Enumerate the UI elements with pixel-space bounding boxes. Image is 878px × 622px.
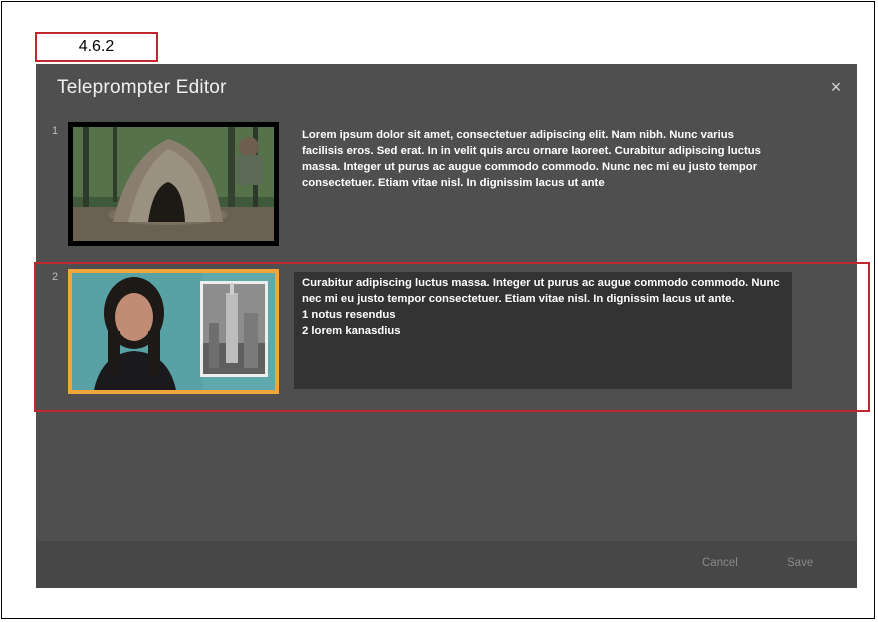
hut-forest-image bbox=[73, 127, 274, 241]
dialog-title: Teleprompter Editor bbox=[57, 77, 227, 98]
version-label: 4.6.2 bbox=[35, 32, 158, 62]
dialog-footer: Cancel Save bbox=[36, 541, 857, 588]
save-button[interactable]: Save bbox=[787, 557, 813, 569]
close-icon[interactable]: × bbox=[825, 76, 847, 98]
cancel-button[interactable]: Cancel bbox=[702, 557, 738, 569]
selection-highlight bbox=[34, 262, 870, 412]
hut-forest-thumbnail[interactable] bbox=[68, 122, 279, 246]
row-number: 1 bbox=[52, 125, 59, 137]
row-1-script-text[interactable]: Lorem ipsum dolor sit amet, consectetuer… bbox=[302, 127, 777, 191]
